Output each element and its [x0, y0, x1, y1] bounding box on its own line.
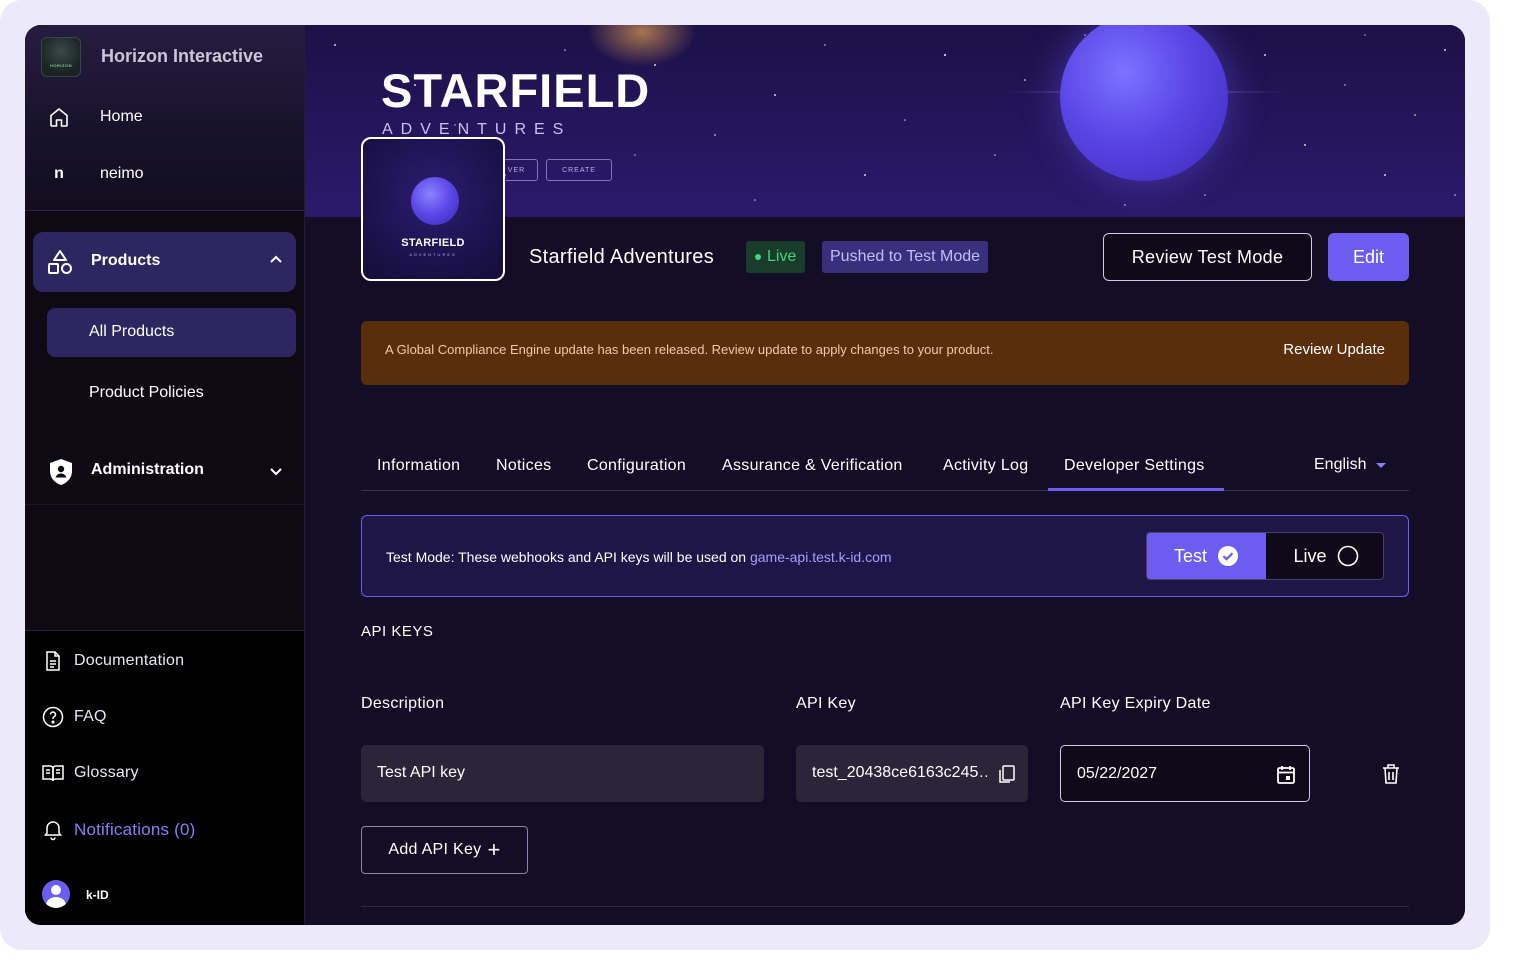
mode-test-label: Test: [1173, 545, 1207, 566]
delete-api-key-icon[interactable]: [1380, 762, 1402, 786]
compliance-alert: A Global Compliance Engine update has be…: [361, 321, 1409, 385]
document-icon: [41, 649, 65, 673]
plus-icon: +: [487, 837, 501, 862]
n-letter-icon: n: [54, 165, 64, 182]
description-value: Test API key: [377, 764, 466, 781]
active-tab-indicator: [1048, 488, 1224, 491]
sidebar-item-label: Product Policies: [89, 384, 204, 401]
status-badge-test-mode: Pushed to Test Mode: [822, 241, 989, 273]
org-logo: HORIZON: [41, 37, 81, 77]
column-header-expiry: API Key Expiry Date: [1060, 695, 1211, 712]
home-icon: [47, 105, 71, 129]
status-badge-live: Live: [746, 241, 806, 273]
check-circle-icon: [1218, 546, 1238, 566]
api-host-link[interactable]: game-api.test.k-id.com: [750, 549, 892, 565]
sidebar-item-faq[interactable]: FAQ: [25, 699, 304, 735]
main-content: STARFIELD ADVENTURES VER CREATE STARFIEL…: [305, 25, 1465, 925]
sidebar-item-label: FAQ: [74, 708, 107, 725]
shield-icon: [47, 457, 75, 487]
book-icon: [41, 761, 65, 785]
avatar[interactable]: [42, 880, 70, 908]
expiry-date-value: 05/22/2027: [1077, 765, 1158, 782]
outer-frame: HORIZON Horizon Interactive Home n neimo…: [0, 0, 1490, 950]
sidebar-item-home[interactable]: Home: [25, 97, 304, 137]
question-icon: [41, 705, 65, 729]
mode-live-option[interactable]: Live: [1267, 533, 1383, 579]
language-label: English: [1314, 456, 1367, 473]
sidebar: HORIZON Horizon Interactive Home n neimo…: [25, 25, 305, 925]
sidebar-header: HORIZON Horizon Interactive Home n neimo: [25, 25, 304, 211]
tab-configuration[interactable]: Configuration: [587, 457, 686, 475]
sidebar-item-label: Glossary: [74, 764, 139, 781]
sidebar-item-glossary[interactable]: Glossary: [25, 755, 304, 791]
alert-message: A Global Compliance Engine update has be…: [385, 342, 994, 357]
sidebar-item-label: Home: [100, 108, 143, 125]
sidebar-item-label: Documentation: [74, 652, 185, 669]
api-key-value: test_20438ce6163c245…: [812, 764, 987, 781]
mode-live-label: Live: [1293, 545, 1327, 566]
chevron-down-icon: [268, 463, 284, 479]
add-api-key-button[interactable]: Add API Key +: [361, 826, 528, 874]
radio-empty-icon: [1337, 545, 1358, 567]
test-mode-text: Test Mode: These webhooks and API keys w…: [386, 549, 750, 565]
tab-assurance-verification[interactable]: Assurance & Verification: [722, 457, 903, 475]
mode-test-option[interactable]: Test: [1147, 533, 1266, 579]
org-logo-text: HORIZON: [50, 63, 72, 68]
sidebar-products-label: Products: [91, 252, 161, 269]
review-test-mode-button[interactable]: Review Test Mode: [1103, 233, 1312, 281]
app-window: HORIZON Horizon Interactive Home n neimo…: [25, 25, 1465, 925]
sidebar-item-documentation[interactable]: Documentation: [25, 643, 304, 679]
product-thumbnail: STARFIELD ADVENTURES: [361, 137, 505, 281]
test-mode-panel: Test Mode: These webhooks and API keys w…: [361, 515, 1409, 597]
tab-activity-log[interactable]: Activity Log: [943, 457, 1028, 475]
copy-icon[interactable]: [996, 763, 1018, 785]
sidebar-item-notifications[interactable]: Notifications (0): [25, 811, 304, 847]
product-name: Starfield Adventures: [529, 246, 714, 268]
sidebar-item-product-policies[interactable]: Product Policies: [47, 369, 296, 418]
thumbnail-subtitle: ADVENTURES: [409, 252, 457, 257]
tab-developer-settings[interactable]: Developer Settings: [1064, 457, 1205, 475]
product-tabs: Information Notices Configuration Assura…: [361, 449, 1409, 491]
banner-button-create: CREATE: [546, 159, 612, 181]
edit-button[interactable]: Edit: [1328, 233, 1409, 281]
expiry-date-field[interactable]: 05/22/2027: [1060, 745, 1310, 802]
live-dot-icon: [755, 254, 761, 260]
sidebar-administration-toggle[interactable]: Administration: [25, 445, 304, 505]
sidebar-item-neimo[interactable]: n neimo: [25, 154, 304, 194]
bell-icon: [41, 817, 65, 841]
test-mode-message: Test Mode: These webhooks and API keys w…: [386, 549, 892, 565]
tab-information[interactable]: Information: [377, 457, 460, 475]
thumbnail-title: STARFIELD: [401, 237, 465, 249]
calendar-icon[interactable]: [1275, 764, 1297, 786]
sidebar-products-toggle[interactable]: Products: [33, 232, 296, 292]
api-key-field[interactable]: test_20438ce6163c245…: [796, 745, 1028, 802]
description-field[interactable]: Test API key: [361, 745, 764, 802]
add-api-key-label: Add API Key: [388, 841, 482, 858]
section-divider: [361, 906, 1409, 907]
language-select[interactable]: English: [1314, 456, 1387, 474]
user-name: k-ID: [86, 888, 109, 902]
sidebar-administration-label: Administration: [91, 461, 204, 478]
mode-toggle: Test Live: [1146, 532, 1384, 580]
caret-down-icon: [1376, 462, 1387, 468]
org-name: Horizon Interactive: [101, 46, 264, 66]
column-header-description: Description: [361, 695, 445, 712]
sidebar-item-label: All Products: [89, 323, 175, 340]
review-update-button[interactable]: Review Update: [1283, 341, 1385, 358]
api-keys-heading: API KEYS: [361, 623, 434, 640]
sidebar-item-label: neimo: [100, 165, 144, 182]
column-header-api-key: API Key: [796, 695, 856, 712]
tab-notices[interactable]: Notices: [496, 457, 551, 475]
sidebar-item-all-products[interactable]: All Products: [47, 308, 296, 357]
notifications-label: Notifications (0): [74, 820, 196, 839]
banner-title: STARFIELD: [381, 64, 651, 117]
sidebar-footer: Documentation FAQ Glossary Notifications…: [25, 630, 304, 925]
shapes-icon: [46, 248, 74, 276]
status-badge-label: Live: [767, 248, 797, 265]
chevron-up-icon: [268, 252, 284, 268]
